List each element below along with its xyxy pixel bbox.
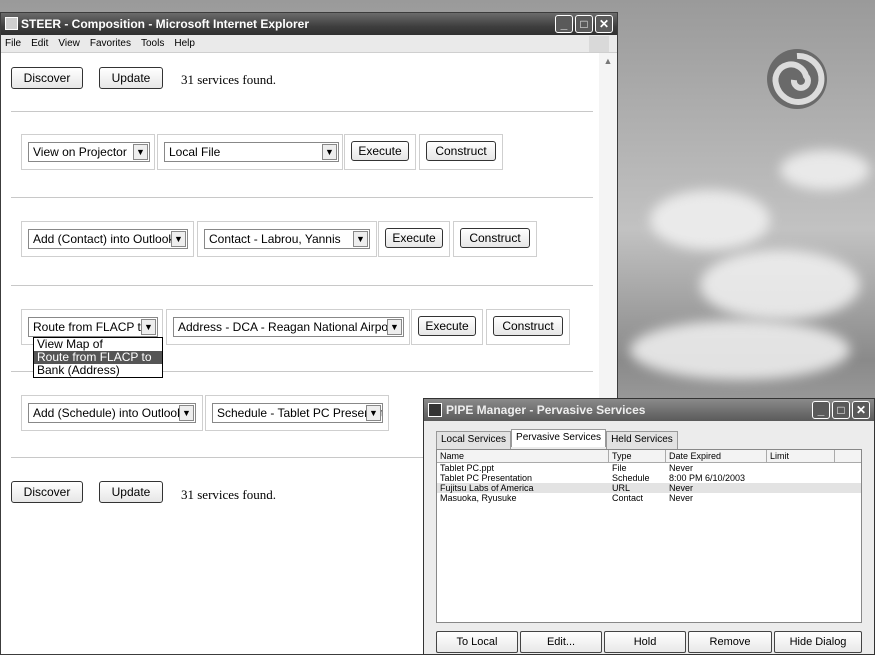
pipe-title: PIPE Manager - Pervasive Services xyxy=(446,403,646,417)
target-select[interactable]: Address - DCA - Reagan National Airport ▼ xyxy=(173,317,404,337)
pipe-tabs: Local Services Pervasive Services Held S… xyxy=(436,429,678,449)
divider xyxy=(11,197,593,198)
construct-button[interactable]: Construct xyxy=(460,228,530,248)
execute-button[interactable]: Execute xyxy=(418,316,476,336)
menu-file[interactable]: File xyxy=(5,35,21,52)
menu-bar: File Edit View Favorites Tools Help xyxy=(1,35,617,53)
target-select[interactable]: Local File ▼ xyxy=(164,142,339,162)
action-select-value: Add (Contact) into Outlook xyxy=(33,232,175,246)
ie-page-icon xyxy=(5,17,18,30)
status-text: 31 services found. xyxy=(181,487,276,502)
update-button[interactable]: Update xyxy=(99,481,163,503)
pipe-app-icon xyxy=(428,403,442,417)
divider xyxy=(11,111,593,112)
maximize-button[interactable]: □ xyxy=(832,401,850,419)
menu-view[interactable]: View xyxy=(58,35,80,52)
service-name: Fujitsu Labs of America xyxy=(440,483,534,493)
hold-button[interactable]: Hold xyxy=(604,631,686,653)
service-limit xyxy=(767,493,835,503)
close-button[interactable]: ✕ xyxy=(595,15,613,33)
action-select-value: Route from FLACP to xyxy=(33,320,148,334)
remove-button[interactable]: Remove xyxy=(688,631,772,653)
column-header-type[interactable]: Type xyxy=(609,450,666,462)
discover-button[interactable]: Discover xyxy=(11,481,83,503)
scroll-up-icon[interactable]: ▲ xyxy=(602,56,614,68)
chevron-down-icon: ▼ xyxy=(141,319,156,335)
divider xyxy=(11,285,593,286)
chevron-down-icon: ▼ xyxy=(322,144,337,160)
dropdown-option[interactable]: Bank (Address) xyxy=(34,364,162,377)
list-item[interactable]: Tablet PC Presentation Schedule 8:00 PM … xyxy=(437,473,861,483)
minimize-button[interactable]: _ xyxy=(555,15,573,33)
action-dropdown-list: View Map of Route from FLACP to Bank (Ad… xyxy=(33,337,163,378)
services-list[interactable]: Name Type Date Expired Limit Tablet PC.p… xyxy=(436,449,862,623)
service-name: Masuoka, Ryusuke xyxy=(440,493,517,503)
chevron-down-icon: ▼ xyxy=(179,405,194,421)
action-select-value: View on Projector xyxy=(33,145,127,159)
pipe-titlebar[interactable]: PIPE Manager - Pervasive Services _ □ ✕ xyxy=(424,399,874,421)
target-select[interactable]: Contact - Labrou, Yannis ▼ xyxy=(204,229,370,249)
menu-edit[interactable]: Edit xyxy=(31,35,48,52)
service-limit xyxy=(767,473,835,483)
service-name: Tablet PC Presentation xyxy=(440,473,533,483)
service-type: URL xyxy=(612,483,631,493)
windows-flag-icon xyxy=(589,36,609,52)
ie-titlebar[interactable]: STEER - Composition - Microsoft Internet… xyxy=(1,13,617,35)
tab-pervasive-services[interactable]: Pervasive Services xyxy=(511,429,607,447)
target-select-value: Local File xyxy=(169,145,221,159)
service-limit xyxy=(767,463,835,473)
column-header-limit[interactable]: Limit xyxy=(767,450,835,462)
chevron-down-icon: ▼ xyxy=(387,319,402,335)
chevron-down-icon: ▼ xyxy=(171,231,186,247)
minimize-button[interactable]: _ xyxy=(812,401,830,419)
service-type: Contact xyxy=(612,493,644,503)
list-header: Name Type Date Expired Limit xyxy=(437,450,861,463)
service-limit xyxy=(767,483,835,493)
chevron-down-icon: ▼ xyxy=(133,144,148,160)
service-date: Never xyxy=(669,483,694,493)
action-select[interactable]: Add (Contact) into Outlook ▼ xyxy=(28,229,188,249)
service-type: File xyxy=(612,463,627,473)
column-header-date-expired[interactable]: Date Expired xyxy=(666,450,767,462)
construct-button[interactable]: Construct xyxy=(493,316,563,336)
to-local-button[interactable]: To Local xyxy=(436,631,518,653)
target-select-value: Contact - Labrou, Yannis xyxy=(209,232,341,246)
action-select[interactable]: View on Projector ▼ xyxy=(28,142,150,162)
list-item[interactable]: Fujitsu Labs of America URL Never xyxy=(437,483,861,493)
chevron-down-icon: ▼ xyxy=(366,405,381,421)
action-select[interactable]: Add (Schedule) into Outlook ▼ xyxy=(28,403,196,423)
menu-tools[interactable]: Tools xyxy=(141,35,164,52)
execute-button[interactable]: Execute xyxy=(385,228,443,248)
spiral-logo-icon xyxy=(767,49,827,109)
discover-button[interactable]: Discover xyxy=(11,67,83,89)
target-select-value: Address - DCA - Reagan National Airport xyxy=(178,320,396,334)
hide-dialog-button[interactable]: Hide Dialog xyxy=(774,631,862,653)
tab-held-services[interactable]: Held Services xyxy=(606,431,678,449)
service-date: Never xyxy=(669,493,694,503)
service-name: Tablet PC.ppt xyxy=(440,463,495,473)
action-select[interactable]: Route from FLACP to ▼ xyxy=(28,317,158,337)
target-select-value: Schedule - Tablet PC Presentation xyxy=(217,406,383,420)
tab-local-services[interactable]: Local Services xyxy=(436,431,512,449)
maximize-button[interactable]: □ xyxy=(575,15,593,33)
update-button[interactable]: Update xyxy=(99,67,163,89)
chevron-down-icon: ▼ xyxy=(353,231,368,247)
action-select-value: Add (Schedule) into Outlook xyxy=(33,406,184,420)
ie-title: STEER - Composition - Microsoft Internet… xyxy=(21,17,310,31)
list-item[interactable]: Tablet PC.ppt File Never xyxy=(437,463,861,473)
edit-button[interactable]: Edit... xyxy=(520,631,602,653)
status-text: 31 services found. xyxy=(181,72,276,87)
menu-help[interactable]: Help xyxy=(174,35,195,52)
list-item[interactable]: Masuoka, Ryusuke Contact Never xyxy=(437,493,861,503)
construct-button[interactable]: Construct xyxy=(426,141,496,161)
target-select[interactable]: Schedule - Tablet PC Presentation ▼ xyxy=(212,403,383,423)
close-button[interactable]: ✕ xyxy=(852,401,870,419)
menu-favorites[interactable]: Favorites xyxy=(90,35,131,52)
pipe-manager-window: PIPE Manager - Pervasive Services _ □ ✕ … xyxy=(423,398,875,655)
service-type: Schedule xyxy=(612,473,650,483)
execute-button[interactable]: Execute xyxy=(351,141,409,161)
service-date: 8:00 PM 6/10/2003 xyxy=(669,473,746,483)
column-header-name[interactable]: Name xyxy=(437,450,609,462)
service-date: Never xyxy=(669,463,694,473)
